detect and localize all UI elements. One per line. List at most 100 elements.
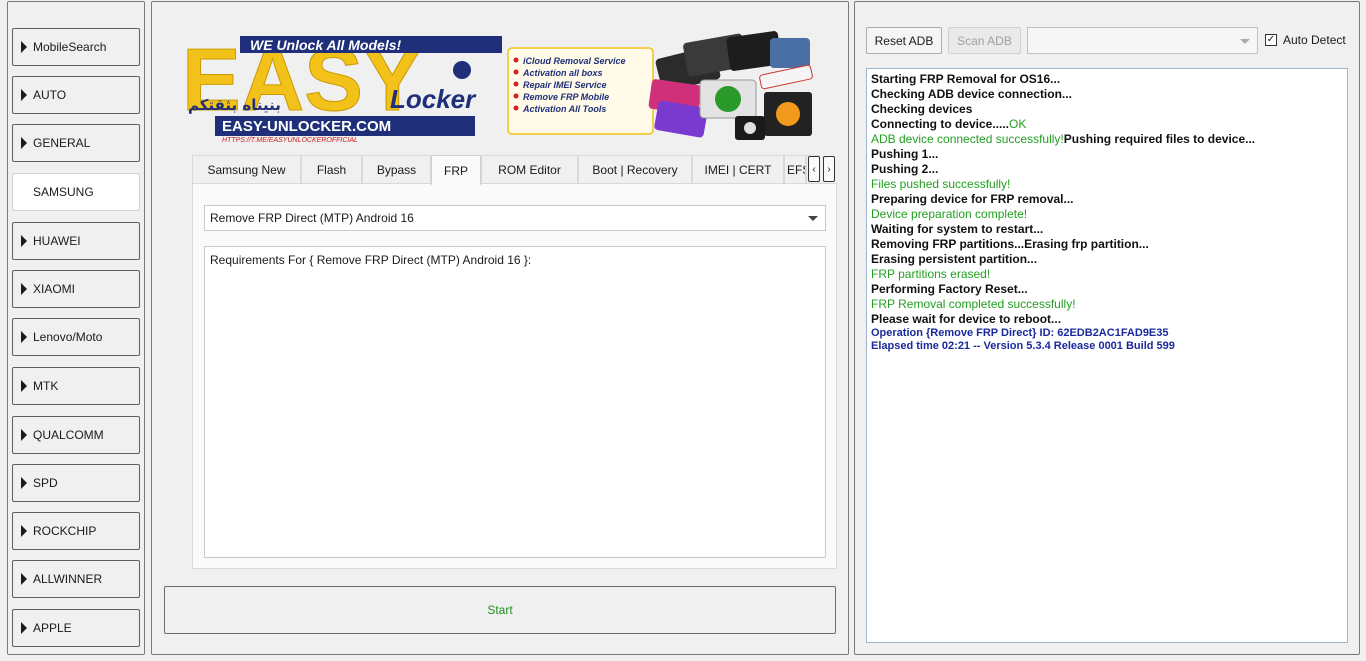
banner-headline: WE Unlock All Models! xyxy=(250,37,401,53)
log-text: Starting FRP Removal for OS16... xyxy=(871,72,1061,86)
device-select[interactable] xyxy=(1027,27,1258,54)
scan-adb-button[interactable]: Scan ADB xyxy=(948,27,1021,54)
log-line: Connecting to device.....OK xyxy=(871,117,1343,132)
log-line: FRP Removal completed successfully! xyxy=(871,297,1343,312)
sidebar-item-samsung[interactable]: SAMSUNG xyxy=(12,173,140,211)
expand-arrow-icon xyxy=(21,235,27,247)
sidebar-item-label: ALLWINNER xyxy=(33,572,103,586)
main-panel: EASY WE Unlock All Models! Locker بنيناه… xyxy=(151,1,849,655)
sidebar-item-label: Lenovo/Moto xyxy=(33,330,103,344)
reset-adb-button[interactable]: Reset ADB xyxy=(866,27,942,54)
tab-efs[interactable]: EFS xyxy=(784,155,806,184)
easy-unlocker-banner: EASY WE Unlock All Models! Locker بنيناه… xyxy=(180,30,820,146)
sidebar-item-qualcomm[interactable]: QUALCOMM xyxy=(12,416,140,454)
log-line: Elapsed time 02:21 -- Version 5.3.4 Rele… xyxy=(871,340,1343,353)
expand-arrow-icon xyxy=(21,41,27,53)
log-line: Starting FRP Removal for OS16... xyxy=(871,72,1343,87)
bullet-icon xyxy=(513,69,519,75)
log-text: Erasing persistent partition... xyxy=(871,252,1038,266)
sidebar-item-xiaomi[interactable]: XIAOMI xyxy=(12,270,140,308)
banner-service-item: iCloud Removal Service xyxy=(523,56,626,66)
expand-arrow-icon xyxy=(21,622,27,634)
requirements-text: Requirements For { Remove FRP Direct (MT… xyxy=(210,253,532,267)
chevron-down-icon xyxy=(1240,39,1250,44)
log-panel: Reset ADB Scan ADB ✓ Auto Detect Startin… xyxy=(854,1,1360,655)
scan-adb-label: Scan ADB xyxy=(957,33,1012,48)
log-line: ADB device connected successfully!Pushin… xyxy=(871,132,1343,147)
bullet-icon xyxy=(513,81,519,87)
sidebar-item-label: GENERAL xyxy=(33,136,91,150)
auto-detect-checkbox[interactable]: ✓ Auto Detect xyxy=(1265,33,1346,47)
device-brand-sidebar: MobileSearch AUTO GENERAL SAMSUNG HUAWEI XIAO… xyxy=(7,1,145,655)
tab-bypass[interactable]: Bypass xyxy=(362,155,431,184)
requirements-textbox[interactable]: Requirements For { Remove FRP Direct (MT… xyxy=(204,246,826,558)
chevron-down-icon xyxy=(808,216,818,221)
log-line: Operation {Remove FRP Direct} ID: 62EDB2… xyxy=(871,327,1343,340)
reset-adb-label: Reset ADB xyxy=(874,33,934,48)
frp-operation-value: Remove FRP Direct (MTP) Android 16 xyxy=(210,211,414,225)
log-text: Preparing device for FRP removal... xyxy=(871,192,1074,206)
checkbox-check-icon: ✓ xyxy=(1265,34,1277,46)
tab-scroll-right-icon[interactable]: › xyxy=(823,156,835,182)
log-line: Checking devices xyxy=(871,102,1343,117)
tab-scroll-left-icon[interactable]: ‹ xyxy=(808,156,820,182)
log-text: FRP partitions erased! xyxy=(871,267,991,281)
log-text: Please wait for device to reboot... xyxy=(871,312,1062,326)
tab-imei-cert[interactable]: IMEI | CERT xyxy=(692,155,784,184)
log-text: FRP Removal completed successfully! xyxy=(871,297,1076,311)
log-text: Files pushed successfully! xyxy=(871,177,1011,191)
bullet-icon xyxy=(513,105,519,111)
log-line: FRP partitions erased! xyxy=(871,267,1343,282)
sidebar-item-mtk[interactable]: MTK xyxy=(12,367,140,405)
log-line: Erasing persistent partition... xyxy=(871,252,1343,267)
sidebar-item-label: MobileSearch xyxy=(33,40,107,54)
sidebar-item-general[interactable]: GENERAL xyxy=(12,124,140,162)
log-text: ADB device connected successfully! xyxy=(871,132,1064,146)
tab-rom-editor[interactable]: ROM Editor xyxy=(481,155,578,184)
banner-site: EASY-UNLOCKER.COM xyxy=(222,118,391,135)
frp-operation-select[interactable]: Remove FRP Direct (MTP) Android 16 xyxy=(204,205,826,231)
banner-telegram: HTTPS://T.ME/EASYUNLOCKEROFFICIAL xyxy=(222,137,358,144)
tab-samsung-new[interactable]: Samsung New xyxy=(192,155,301,184)
log-line: Checking ADB device connection... xyxy=(871,87,1343,102)
operation-log[interactable]: Starting FRP Removal for OS16... Checking… xyxy=(866,68,1348,643)
log-line: Files pushed successfully! xyxy=(871,177,1343,192)
log-line: Please wait for device to reboot... xyxy=(871,312,1343,327)
start-button-label: Start xyxy=(487,603,513,617)
log-text: Waiting for system to restart... xyxy=(871,222,1044,236)
expand-arrow-icon xyxy=(21,186,27,198)
tab-frp[interactable]: FRP xyxy=(431,155,481,185)
sidebar-item-huawei[interactable]: HUAWEI xyxy=(12,222,140,260)
expand-arrow-icon xyxy=(21,283,27,295)
sidebar-item-auto[interactable]: AUTO xyxy=(12,76,140,114)
banner-service-item: Activation all boxs xyxy=(522,68,603,78)
log-text: Removing FRP partitions...Erasing frp pa… xyxy=(871,237,1149,251)
banner-service-item: Activation All Tools xyxy=(522,104,606,114)
sidebar-item-label: MTK xyxy=(33,379,59,393)
expand-arrow-icon xyxy=(21,525,27,537)
expand-arrow-icon xyxy=(21,573,27,585)
log-text: Operation {Remove FRP Direct} ID: 62EDB2… xyxy=(871,327,1169,339)
sidebar-item-label: HUAWEI xyxy=(33,234,81,248)
sidebar-item-spd[interactable]: SPD xyxy=(12,464,140,502)
sidebar-item-rockchip[interactable]: ROCKCHIP xyxy=(12,512,140,550)
start-button[interactable]: Start xyxy=(164,586,836,634)
tab-boot-recovery[interactable]: Boot | Recovery xyxy=(578,155,692,184)
sidebar-item-label: XIAOMI xyxy=(33,282,76,296)
log-text: Performing Factory Reset... xyxy=(871,282,1028,296)
sidebar-item-label: APPLE xyxy=(33,621,72,635)
log-line: Preparing device for FRP removal... xyxy=(871,192,1343,207)
lock-icon xyxy=(453,61,471,79)
log-status-ok: OK xyxy=(1009,117,1027,131)
sidebar-item-lenovo-moto[interactable]: Lenovo/Moto xyxy=(12,318,140,356)
tab-flash[interactable]: Flash xyxy=(301,155,362,184)
log-text: Checking ADB device connection... xyxy=(871,87,1072,101)
sidebar-item-label: ROCKCHIP xyxy=(33,524,97,538)
log-line: Removing FRP partitions...Erasing frp pa… xyxy=(871,237,1343,252)
frp-tab-content: Remove FRP Direct (MTP) Android 16 Requi… xyxy=(192,183,837,569)
sidebar-item-mobilesearch[interactable]: MobileSearch xyxy=(12,28,140,66)
sidebar-item-allwinner[interactable]: ALLWINNER xyxy=(12,560,140,598)
sidebar-item-apple[interactable]: APPLE xyxy=(12,609,140,647)
banner-service-item: Remove FRP Mobile xyxy=(523,92,609,102)
banner-logo-sub: Locker xyxy=(390,84,477,114)
